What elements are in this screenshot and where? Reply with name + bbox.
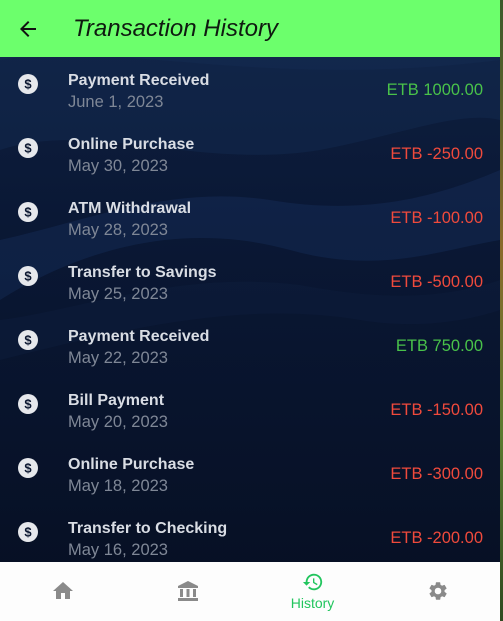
dollar-circle-icon: $	[18, 330, 38, 350]
transaction-amount: ETB -300.00	[390, 465, 483, 483]
svg-text:$: $	[24, 141, 32, 156]
svg-text:$: $	[24, 205, 32, 220]
transaction-row[interactable]: $ Bill Payment May 20, 2023 ETB -150.00	[0, 377, 500, 441]
transaction-date: May 16, 2023	[68, 541, 168, 559]
transaction-row[interactable]: $ Online Purchase May 30, 2023 ETB -250.00	[0, 121, 500, 185]
svg-text:$: $	[24, 397, 32, 412]
transaction-title: Transfer to Savings	[68, 264, 217, 281]
transaction-amount: ETB -500.00	[390, 273, 483, 291]
transaction-row[interactable]: $ Payment Received May 22, 2023 ETB 750.00	[0, 313, 500, 377]
transaction-list: $ Payment Received June 1, 2023 ETB 1000.00…	[0, 57, 500, 562]
svg-text:$: $	[24, 77, 32, 92]
transaction-date: May 20, 2023	[68, 413, 168, 431]
transaction-date: May 22, 2023	[68, 349, 168, 367]
transaction-row[interactable]: $ Transfer to Checking May 16, 2023 ETB -20…	[0, 505, 500, 569]
transaction-title: Transfer to Checking	[68, 520, 228, 537]
nav-home[interactable]	[0, 562, 125, 621]
transaction-amount: ETB -100.00	[390, 209, 483, 227]
bank-icon	[177, 581, 198, 601]
back-button[interactable]	[0, 0, 56, 57]
home-icon	[52, 582, 73, 599]
transaction-amount: ETB -150.00	[390, 401, 483, 419]
svg-text:$: $	[24, 333, 32, 348]
page-title: Transaction History	[73, 14, 278, 42]
nav-bank[interactable]	[125, 562, 250, 621]
nav-history[interactable]: History	[250, 562, 375, 621]
phone-screen: Transaction History $ Payment Received Jun…	[0, 0, 503, 621]
transaction-title: Bill Payment	[68, 392, 165, 409]
history-icon	[302, 573, 322, 591]
dollar-circle-icon: $	[18, 202, 38, 222]
dollar-circle-icon: $	[18, 266, 38, 286]
app-window: Transaction History $ Payment Received Jun…	[0, 0, 500, 621]
transaction-title: Payment Received	[68, 72, 210, 89]
transaction-date: May 25, 2023	[68, 285, 168, 303]
svg-text:$: $	[24, 269, 32, 284]
nav-settings[interactable]	[375, 562, 500, 621]
dollar-circle-icon: $	[18, 138, 38, 158]
transaction-date: May 28, 2023	[68, 221, 168, 239]
transaction-amount: ETB 1000.00	[386, 81, 483, 99]
transaction-title: ATM Withdrawal	[68, 200, 192, 217]
transaction-title: Payment Received	[68, 328, 210, 345]
svg-text:$: $	[24, 525, 32, 540]
transaction-date: June 1, 2023	[68, 93, 164, 111]
transaction-date: May 18, 2023	[68, 477, 168, 495]
transaction-amount: ETB -200.00	[390, 529, 483, 547]
svg-text:$: $	[24, 461, 32, 476]
transaction-amount: ETB 750.00	[395, 337, 483, 355]
dollar-circle-icon: $	[18, 74, 38, 94]
arrow-back-icon	[20, 20, 36, 37]
transaction-row[interactable]: $ Online Purchase May 18, 2023 ETB -300.00	[0, 441, 500, 505]
dollar-circle-icon: $	[18, 394, 38, 414]
app-bar: Transaction History	[0, 0, 500, 57]
dollar-circle-icon: $	[18, 522, 38, 542]
transaction-date: May 30, 2023	[68, 157, 168, 175]
transaction-row[interactable]: $ Payment Received June 1, 2023 ETB 1000.00	[0, 57, 500, 121]
transaction-row[interactable]: $ ATM Withdrawal May 28, 2023 ETB -100.00	[0, 185, 500, 249]
bottom-navigation: History	[0, 562, 500, 621]
dollar-circle-icon: $	[18, 458, 38, 478]
nav-history-label: History	[290, 595, 335, 611]
transaction-amount: ETB -250.00	[390, 145, 483, 163]
transaction-title: Online Purchase	[68, 456, 195, 473]
transaction-title: Online Purchase	[68, 136, 195, 153]
settings-icon	[429, 582, 447, 600]
transaction-row[interactable]: $ Transfer to Savings May 25, 2023 ETB -500…	[0, 249, 500, 313]
